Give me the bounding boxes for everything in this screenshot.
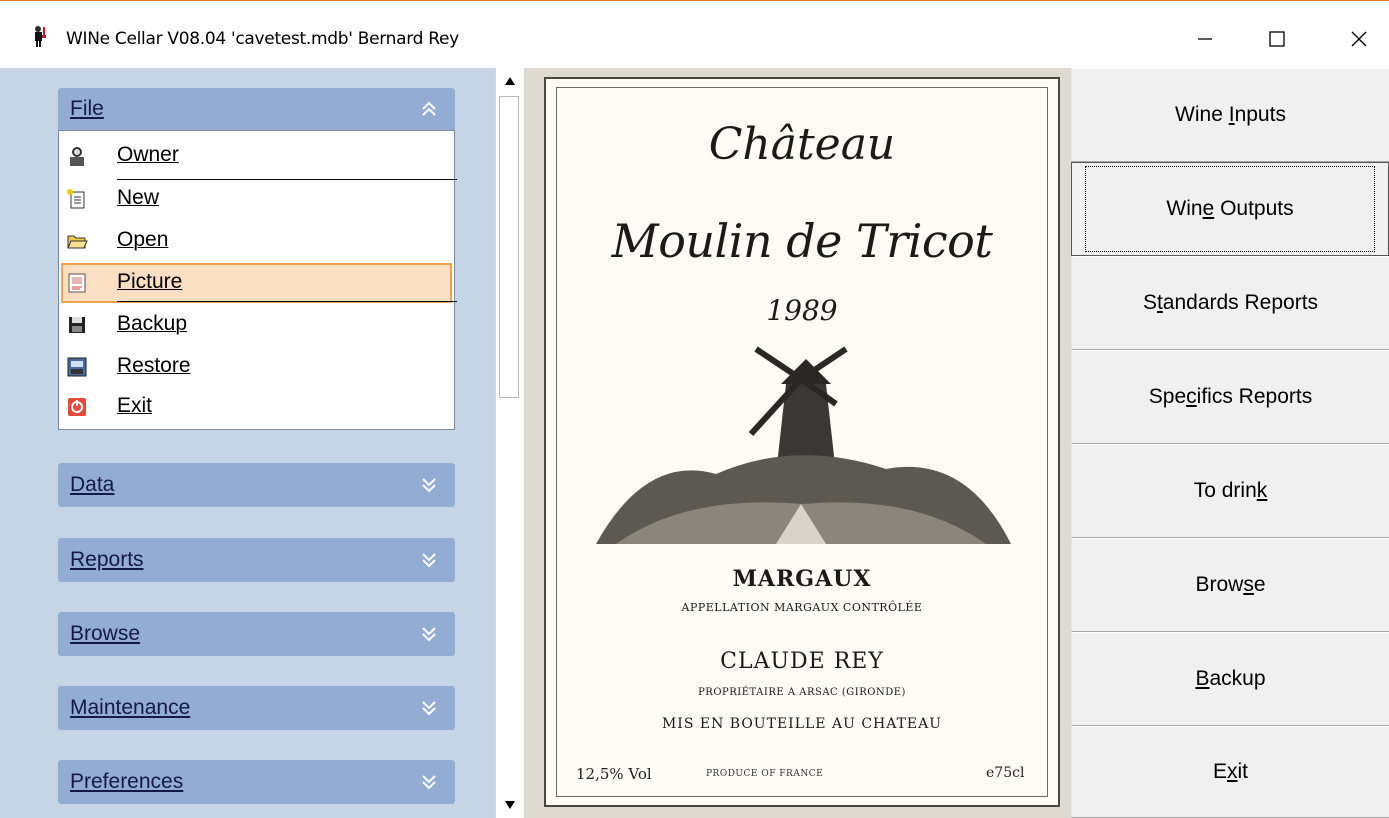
exit-label: Exit <box>1212 760 1248 783</box>
chevron-down-icon <box>422 701 436 716</box>
maximize-button[interactable] <box>1247 15 1307 63</box>
menu-item-exit[interactable]: Exit <box>61 387 452 427</box>
action-button-panel: Wine Inputs Wine Outputs Standards Repor… <box>1071 68 1389 818</box>
close-icon <box>1351 31 1367 47</box>
chevron-down-icon <box>422 627 436 642</box>
group-file-label: File <box>70 97 104 120</box>
specifics-reports-button[interactable]: Specifics Reports <box>1071 350 1389 444</box>
menu-item-owner[interactable]: Owner <box>61 136 452 176</box>
label-volume: e75cl <box>986 765 1025 781</box>
owner-icon <box>70 147 84 166</box>
menu-item-restore[interactable]: Restore <box>61 347 452 387</box>
label-vintage: 1989 <box>766 294 838 327</box>
restore-icon <box>67 357 87 377</box>
picture-icon <box>68 273 86 293</box>
menu-item-exit-label: Exit <box>117 394 153 417</box>
group-data-header[interactable]: Data <box>58 463 455 507</box>
minimize-button[interactable] <box>1175 15 1235 63</box>
separator <box>117 301 457 302</box>
backup-button[interactable]: Backup <box>1071 632 1389 726</box>
group-preferences-label: Preferences <box>70 770 184 793</box>
group-preferences-header[interactable]: Preferences <box>58 760 455 804</box>
title-bar: WINe Cellar V08.04 'cavetest.mdb' Bernar… <box>0 0 1389 68</box>
window-title: WINe Cellar V08.04 'cavetest.mdb' Bernar… <box>66 29 459 49</box>
chevron-down-icon <box>422 775 436 790</box>
exit-icon <box>68 398 86 416</box>
menu-item-owner-label: Owner <box>117 143 179 166</box>
chevron-up-icon <box>422 101 436 116</box>
label-appellation-controlee: APPELLATION MARGAUX CONTRÔLÉE <box>681 601 923 614</box>
minimize-icon <box>1198 38 1212 40</box>
group-browse-header[interactable]: Browse <box>58 612 455 656</box>
wine-inputs-button[interactable]: Wine Inputs <box>1071 68 1389 162</box>
exit-button[interactable]: Exit <box>1071 726 1389 818</box>
chevron-down-icon <box>422 553 436 568</box>
menu-item-open-label: Open <box>117 228 169 251</box>
to-drink-button[interactable]: To drink <box>1071 444 1389 538</box>
label-origin: PRODUCE OF FRANCE <box>706 769 824 779</box>
arrow-down-icon <box>505 801 515 809</box>
maximize-icon <box>1269 31 1285 47</box>
group-data-label: Data <box>70 473 115 496</box>
wine-outputs-label: Wine Outputs <box>1085 166 1375 252</box>
wine-inputs-label: Wine Inputs <box>1175 103 1286 126</box>
windmill-illustration-icon <box>596 346 1011 544</box>
menu-item-backup-label: Backup <box>117 312 188 335</box>
group-file-header[interactable]: File <box>58 88 455 130</box>
group-maintenance-header[interactable]: Maintenance <box>58 686 455 730</box>
open-folder-icon <box>67 235 88 249</box>
scroll-up-button[interactable] <box>499 70 521 92</box>
label-estate-name: Moulin de Tricot <box>611 214 993 268</box>
wine-label-image: Château Moulin de Tricot 1989 MARGAUX AP… <box>544 77 1060 807</box>
floppy-disk-icon <box>69 317 85 333</box>
label-producer: CLAUDE REY <box>720 649 884 674</box>
menu-item-picture-label: Picture <box>117 270 183 293</box>
wine-outputs-button[interactable]: Wine Outputs <box>1071 162 1389 256</box>
label-producer-address: PROPRIÉTAIRE A ARSAC (GIRONDE) <box>698 687 906 698</box>
new-document-icon <box>67 189 85 209</box>
backup-label: Backup <box>1195 667 1266 690</box>
wine-waiter-icon <box>35 26 46 47</box>
menu-item-backup[interactable]: Backup <box>61 305 452 345</box>
chevron-down-icon <box>422 478 436 493</box>
label-appellation: MARGAUX <box>732 566 872 592</box>
wine-label-picture-area: Château Moulin de Tricot 1989 MARGAUX AP… <box>524 68 1071 818</box>
group-reports-label: Reports <box>70 548 144 571</box>
group-maintenance-label: Maintenance <box>70 696 191 719</box>
standards-reports-button[interactable]: Standards Reports <box>1071 256 1389 350</box>
scroll-down-button[interactable] <box>499 794 521 816</box>
sidebar-scrollbar[interactable] <box>495 68 524 818</box>
group-reports-header[interactable]: Reports <box>58 538 455 582</box>
arrow-up-icon <box>505 77 515 85</box>
label-chateau: Château <box>708 119 896 170</box>
scroll-thumb[interactable] <box>499 96 519 398</box>
menu-item-restore-label: Restore <box>117 354 191 377</box>
menu-item-picture[interactable]: Picture <box>61 263 452 303</box>
to-drink-label: To drink <box>1193 479 1268 502</box>
label-alcohol: 12,5% Vol <box>576 765 652 783</box>
specifics-reports-label: Specifics Reports <box>1148 385 1313 408</box>
standards-reports-label: Standards Reports <box>1142 291 1319 314</box>
group-browse-label: Browse <box>70 622 141 645</box>
menu-item-new-label: New <box>117 186 160 209</box>
browse-label: Browse <box>1195 573 1266 596</box>
close-button[interactable] <box>1329 15 1389 63</box>
file-group-panel: Owner New Open Picture Backup Restore Ex… <box>58 130 457 430</box>
label-bottled: MIS EN BOUTEILLE AU CHATEAU <box>661 716 943 732</box>
browse-button[interactable]: Browse <box>1071 538 1389 632</box>
menu-item-open[interactable]: Open <box>61 221 452 261</box>
menu-item-new[interactable]: New <box>61 179 452 219</box>
